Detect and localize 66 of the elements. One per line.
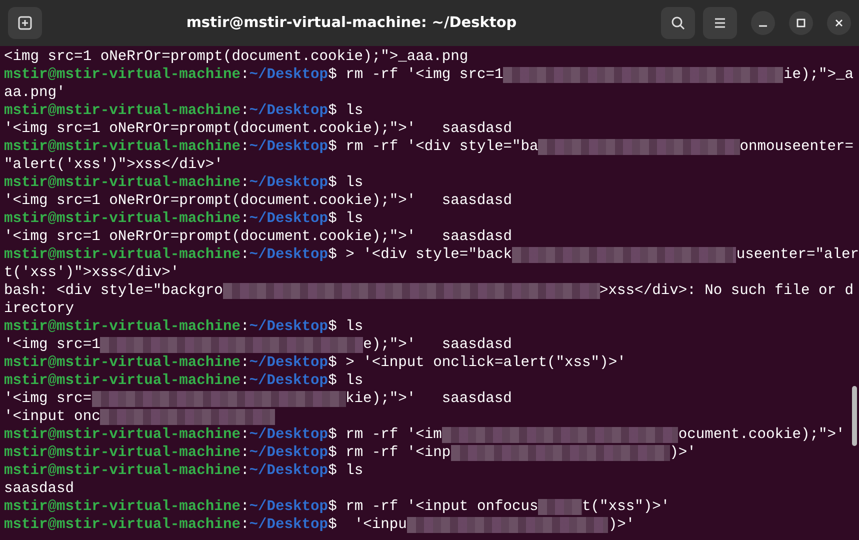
output-text: t('xss')">xss</div>' <box>4 264 180 282</box>
output-text: kie);">' saasdasd <box>346 390 512 408</box>
prompt-text: mstir@mstir-virtual-machine:~/Desktop$ <box>4 498 337 516</box>
new-tab-button[interactable] <box>8 7 42 39</box>
output-text: '<img src=1 <box>4 336 100 354</box>
new-tab-icon <box>17 15 33 31</box>
prompt-text: mstir@mstir-virtual-machine:~/Desktop$ <box>4 372 337 390</box>
output-text: '<img src=1 oNeRrOr=prompt(document.cookie);">' saasdasd <box>4 228 512 246</box>
output-text: <img src=1 oNeRrOr=prompt(document.cookie);">_aaa.png <box>4 48 468 66</box>
menu-button[interactable] <box>703 7 737 39</box>
prompt-text: mstir@mstir-virtual-machine:~/Desktop$ <box>4 138 337 156</box>
search-icon <box>670 15 686 31</box>
prompt-text: mstir@mstir-virtual-machine:~/Desktop$ <box>4 318 337 336</box>
command-text: t("xss")>' <box>582 498 670 516</box>
command-text: rm -rf '<img src=1 <box>344 66 504 84</box>
command-text: )>' <box>670 444 696 462</box>
output-text: e);">' saasdasd <box>363 336 512 354</box>
output-text: >xss</div>: No such file or d <box>600 282 854 300</box>
command-text: )>' <box>608 516 635 534</box>
command-text: ie);">_a <box>783 66 854 84</box>
command-text: ls <box>344 462 364 480</box>
menu-icon <box>713 17 727 29</box>
output-text: '<img src=1 oNeRrOr=prompt(document.cookie);">' saasdasd <box>4 120 512 138</box>
output-text: '<img src= <box>4 390 92 408</box>
redaction-mosaic <box>538 499 582 515</box>
close-icon <box>834 18 844 28</box>
command-text: onmouseenter= <box>740 138 854 156</box>
command-text: rm -rf '<im <box>344 426 442 444</box>
maximize-icon <box>796 18 806 28</box>
prompt-text: mstir@mstir-virtual-machine:~/Desktop$ <box>4 462 337 480</box>
command-text: ls <box>344 210 364 228</box>
command-text: rm -rf '<inp <box>344 444 451 462</box>
prompt-text: mstir@mstir-virtual-machine:~/Desktop$ <box>4 102 337 120</box>
output-text: "alert('xss')">xss</div>' <box>4 156 223 174</box>
command-text: > '<input onclick=alert("xss")>' <box>344 354 626 372</box>
output-text: saasdasd <box>4 480 74 498</box>
output-text: irectory <box>4 300 74 318</box>
output-text: '<input onc <box>4 408 100 426</box>
command-text: useenter="aler <box>736 246 859 264</box>
output-text: aa.png' <box>4 84 66 102</box>
command-text: ls <box>344 372 364 390</box>
prompt-text: mstir@mstir-virtual-machine:~/Desktop$ <box>4 444 337 462</box>
prompt-text: mstir@mstir-virtual-machine:~/Desktop$ <box>4 210 337 228</box>
prompt-text: mstir@mstir-virtual-machine:~/Desktop$ <box>4 354 337 372</box>
maximize-button[interactable] <box>789 11 813 35</box>
search-button[interactable] <box>661 7 695 39</box>
prompt-text: mstir@mstir-virtual-machine:~/Desktop$ <box>4 426 337 444</box>
prompt-text: mstir@mstir-virtual-machine:~/Desktop$ <box>4 246 337 264</box>
command-text: ls <box>344 318 364 336</box>
command-text: ls <box>344 174 364 192</box>
output-text: '<img src=1 oNeRrOr=prompt(document.cookie);">' saasdasd <box>4 192 512 210</box>
minimize-button[interactable] <box>751 11 775 35</box>
scrollbar-thumb[interactable] <box>852 386 857 446</box>
command-text: > '<div style="back <box>344 246 512 264</box>
minimize-icon <box>759 25 767 27</box>
prompt-text: mstir@mstir-virtual-machine:~/Desktop$ <box>4 174 337 192</box>
command-text: ls <box>344 102 364 120</box>
window-title: mstir@mstir-virtual-machine: ~/Desktop <box>185 15 518 31</box>
command-text: rm -rf '<div style="ba <box>344 138 538 156</box>
prompt-text: mstir@mstir-virtual-machine:~/Desktop$ <box>4 516 337 534</box>
command-text: '<inpu <box>353 516 407 534</box>
close-button[interactable] <box>827 11 851 35</box>
output-text: bash: <div style="backgro <box>4 282 223 300</box>
command-text: rm -rf '<input onfocus <box>344 498 538 516</box>
command-text: ocument.cookie);">' <box>678 426 845 444</box>
prompt-text: mstir@mstir-virtual-machine:~/Desktop$ <box>4 66 337 84</box>
